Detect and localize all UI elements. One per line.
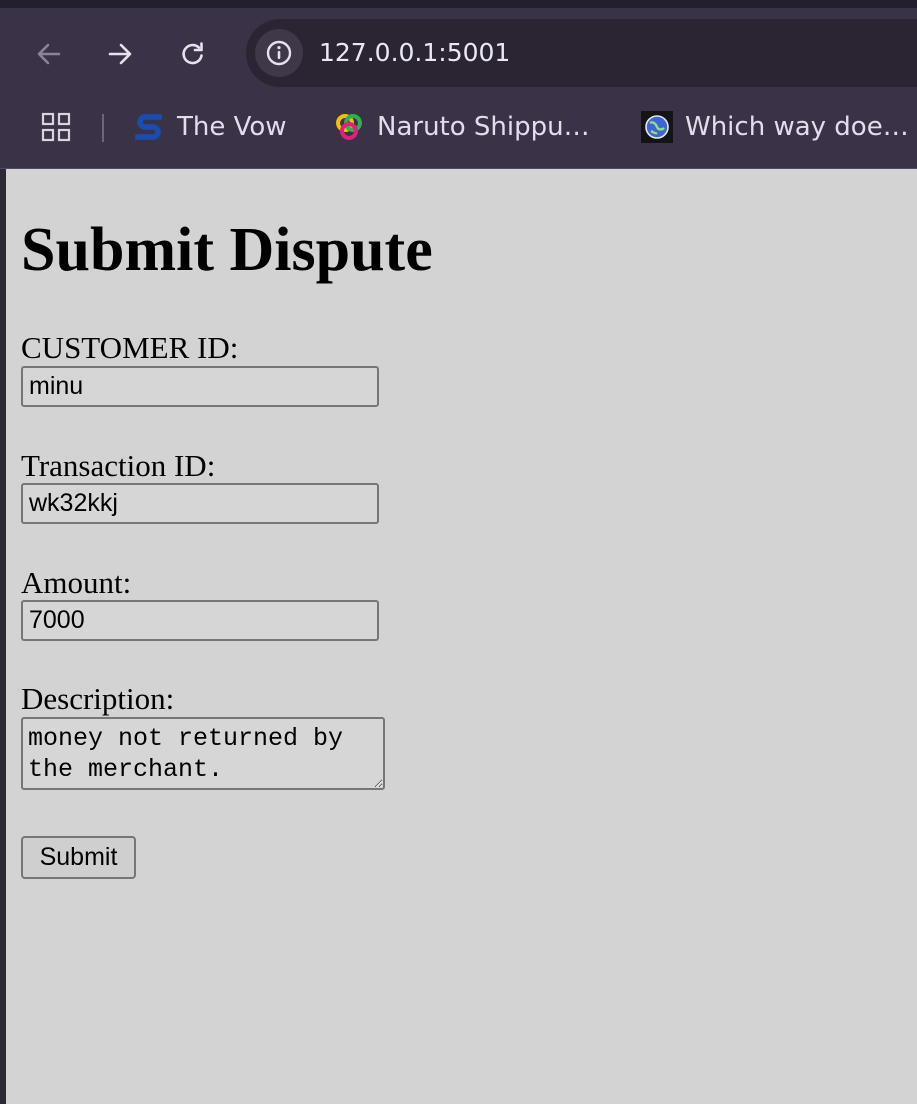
- amount-input[interactable]: [21, 600, 379, 641]
- site-info-button[interactable]: [255, 29, 303, 77]
- bookmark-label: Which way doe…: [685, 112, 909, 142]
- browser-window: 127.0.0.1:5001 The Vow Naruto Shippu… Wh…: [0, 0, 917, 1104]
- description-textarea[interactable]: money not returned by the merchant.: [21, 717, 385, 790]
- transaction-id-label: Transaction ID:: [21, 448, 216, 483]
- browser-toolbar: 127.0.0.1:5001: [0, 8, 917, 98]
- streaming-s-icon: [133, 111, 165, 143]
- url-text[interactable]: 127.0.0.1:5001: [319, 19, 510, 87]
- bookmark-label: The Vow: [177, 112, 287, 142]
- back-button[interactable]: [27, 32, 71, 76]
- apps-grid-icon[interactable]: [41, 112, 71, 142]
- submit-button[interactable]: Submit: [21, 836, 136, 879]
- address-bar[interactable]: 127.0.0.1:5001: [246, 19, 917, 87]
- bookmark-the-vow[interactable]: The Vow: [133, 98, 287, 156]
- globe-site-icon: [641, 111, 673, 143]
- arrow-left-icon: [37, 43, 61, 65]
- bookmarks-divider: [102, 114, 104, 142]
- page-content: Submit Dispute CUSTOMER ID: Transaction …: [6, 169, 917, 1104]
- reload-button[interactable]: [171, 32, 215, 76]
- transaction-id-input[interactable]: [21, 483, 379, 524]
- tab-strip-edge: [0, 0, 917, 8]
- description-label: Description:: [21, 681, 175, 716]
- customer-id-input[interactable]: [21, 366, 379, 407]
- customer-id-label: CUSTOMER ID:: [21, 330, 239, 365]
- forward-button[interactable]: [98, 32, 142, 76]
- amount-label: Amount:: [21, 565, 132, 600]
- reload-icon: [182, 42, 203, 65]
- bookmark-which-way[interactable]: Which way doe…: [641, 98, 909, 156]
- arrow-right-icon: [108, 43, 132, 65]
- bookmark-naruto[interactable]: Naruto Shippu…: [333, 98, 590, 156]
- page-title: Submit Dispute: [21, 216, 433, 284]
- info-icon: [266, 40, 292, 66]
- anime-site-icon: [333, 111, 365, 143]
- bookmark-label: Naruto Shippu…: [377, 112, 590, 142]
- bookmarks-bar: The Vow Naruto Shippu… Which way doe…: [0, 98, 917, 169]
